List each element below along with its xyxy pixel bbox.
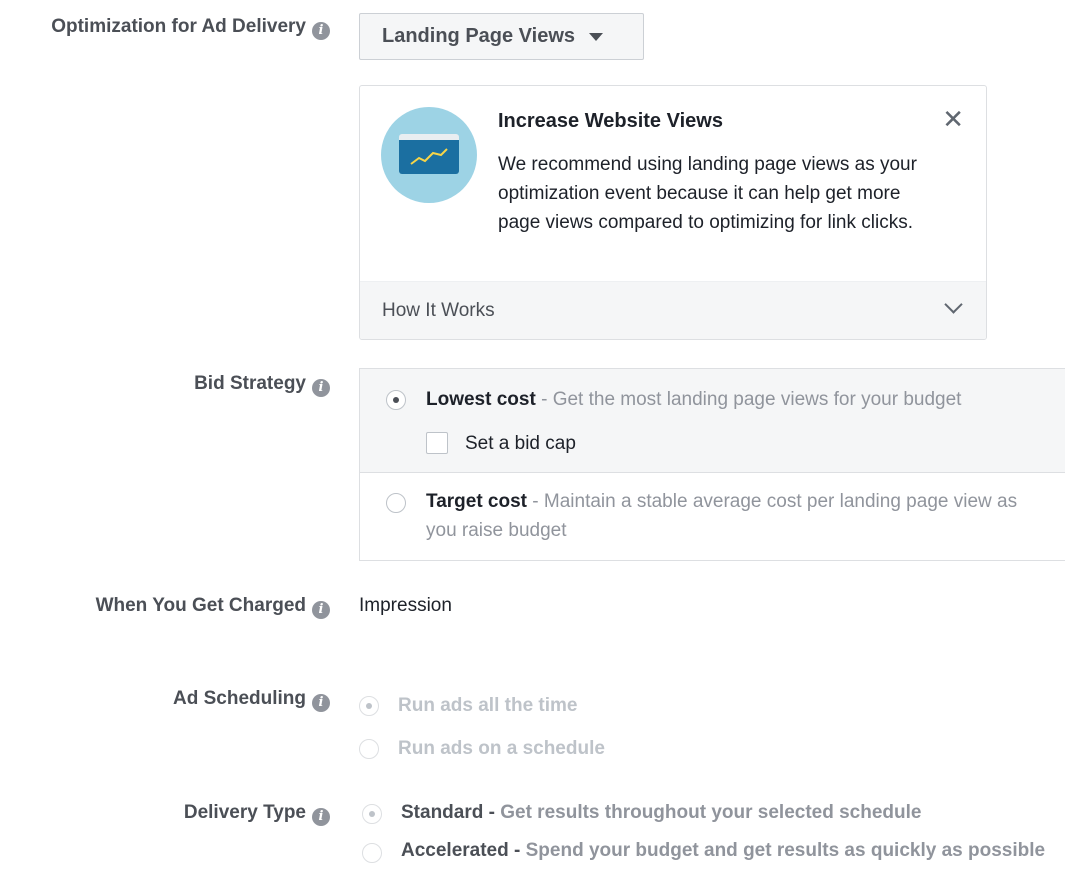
target-cost-text: Target cost - Maintain a stable average … (426, 491, 1018, 541)
info-icon[interactable]: i (312, 601, 330, 619)
info-icon[interactable]: i (312, 808, 330, 826)
run-all-time-radio[interactable] (359, 696, 379, 716)
how-it-works-toggle[interactable]: How It Works (360, 281, 986, 339)
accelerated-text: Accelerated - Spend your budget and get … (401, 840, 1046, 861)
target-cost-radio[interactable] (386, 493, 406, 513)
charged-label: When You Get Charged i (0, 595, 330, 619)
bid-strategy-label: Bid Strategy i (0, 373, 330, 397)
run-on-schedule-label: Run ads on a schedule (398, 738, 605, 759)
optimization-dropdown[interactable]: Landing Page Views (359, 13, 644, 60)
bid-strategy-options: Lowest cost - Get the most landing page … (359, 368, 1065, 561)
bid-cap-checkbox[interactable] (426, 432, 448, 454)
how-it-works-label: How It Works (382, 299, 495, 321)
website-views-illustration-icon (381, 107, 477, 203)
recommendation-body: We recommend using landing page views as… (498, 154, 917, 233)
chevron-down-icon (944, 295, 963, 314)
optimization-selected: Landing Page Views (382, 25, 576, 47)
info-icon[interactable]: i (312, 379, 330, 397)
recommendation-title: Increase Website Views (498, 110, 723, 132)
standard-text: Standard - Get results throughout your s… (401, 802, 922, 823)
delivery-type-label: Delivery Type i (0, 802, 330, 826)
run-all-time-label: Run ads all the time (398, 695, 578, 716)
recommendation-card: Increase Website Views We recommend usin… (359, 85, 987, 340)
charged-value: Impression (359, 595, 452, 616)
lowest-cost-text: Lowest cost - Get the most landing page … (426, 389, 962, 410)
standard-radio[interactable] (362, 804, 382, 824)
bid-cap-label: Set a bid cap (465, 433, 576, 454)
run-on-schedule-radio[interactable] (359, 739, 379, 759)
bid-option-lowest-cost[interactable]: Lowest cost - Get the most landing page … (360, 369, 1065, 473)
ad-scheduling-label: Ad Scheduling i (0, 688, 330, 712)
close-icon[interactable]: ✕ (942, 106, 964, 132)
lowest-cost-radio[interactable] (386, 390, 406, 410)
caret-down-icon (589, 32, 604, 41)
browser-chart-icon (399, 134, 459, 174)
info-icon[interactable]: i (312, 22, 330, 40)
optimization-label: Optimization for Ad Delivery i (0, 16, 330, 40)
info-icon[interactable]: i (312, 694, 330, 712)
accelerated-radio[interactable] (362, 843, 382, 863)
